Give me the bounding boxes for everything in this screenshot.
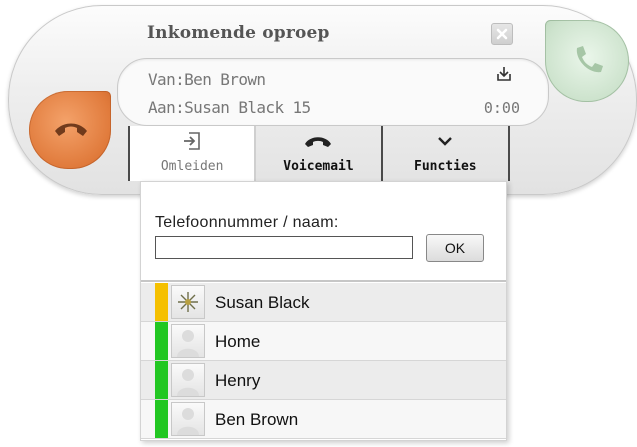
call-actions-bar: Omleiden Voicemail Functies [128,126,510,181]
contact-row[interactable]: Susan Black [141,283,506,322]
user-placeholder-icon [177,369,199,396]
close-icon [496,28,508,40]
tab-omleiden-label: Omleiden [160,159,224,174]
call-info-display: Van:Ben Brown Aan:Susan Black 15 0:00 [117,58,549,126]
phone-handset-icon [576,46,603,73]
status-indicator [155,283,168,321]
ok-button[interactable]: OK [426,234,484,262]
call-timer: 0:00 [483,99,520,117]
user-placeholder-icon [177,330,199,357]
voicemail-icon [305,137,332,147]
user-placeholder-icon [177,408,199,435]
panel-divider [141,280,506,282]
phone-input-label: Telefoonnummer / naam: [155,214,339,231]
contact-list: Susan Black Home Henry Ben Brown [141,283,506,439]
avatar [171,363,205,397]
contact-name: Home [215,332,261,351]
tab-functies-label: Functies [414,159,477,174]
status-indicator [155,400,168,438]
accept-call-button[interactable] [545,20,629,102]
tab-voicemail-label: Voicemail [283,159,354,174]
chevron-down-icon [438,137,453,146]
avatar [171,324,205,358]
contact-row[interactable]: Home [141,322,506,361]
status-indicator [155,361,168,399]
contact-row[interactable]: Ben Brown [141,400,506,439]
avatar [171,285,205,319]
caller-from: Van:Ben Brown [148,70,266,89]
phone-input[interactable] [155,236,413,259]
tab-voicemail[interactable]: Voicemail [256,126,383,181]
contact-photo-icon [178,292,198,312]
avatar [171,402,205,436]
tab-functies[interactable]: Functies [383,126,510,181]
redirect-panel: Telefoonnummer / naam: OK Susan Black Ho… [140,181,507,441]
status-indicator [155,322,168,360]
call-title: Inkomende oproep [147,23,330,43]
contact-row[interactable]: Henry [141,361,506,400]
download-tray-icon[interactable] [495,65,513,83]
decline-call-button[interactable] [29,91,111,169]
close-button[interactable] [491,23,513,45]
tab-omleiden[interactable]: Omleiden [128,126,257,181]
hang-up-phone-icon [55,123,87,136]
caller-to: Aan:Susan Black 15 [148,98,311,117]
contact-name: Susan Black [215,293,310,312]
redirect-icon [184,132,200,150]
contact-name: Ben Brown [215,410,299,429]
contact-name: Henry [215,371,261,390]
